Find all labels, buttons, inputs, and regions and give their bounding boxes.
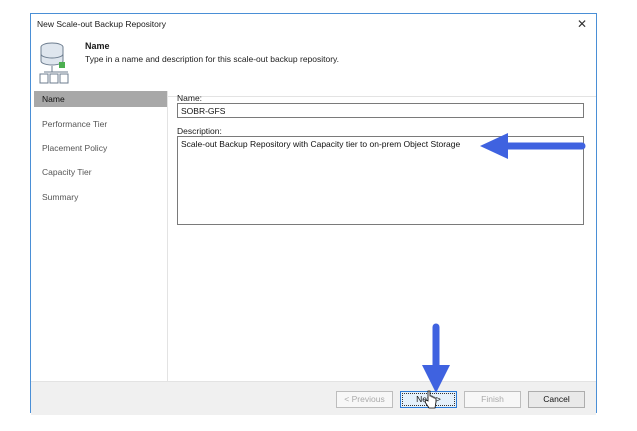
step-summary[interactable]: Summary — [34, 189, 167, 205]
step-name[interactable]: Name — [34, 91, 167, 107]
wizard-window: New Scale-out Backup Repository ✕ Name T… — [30, 13, 597, 415]
window-title: New Scale-out Backup Repository — [37, 19, 166, 29]
wizard-footer: < Previous Next > Finish Cancel — [31, 381, 596, 415]
arrow-left-icon — [480, 133, 586, 159]
step-capacity-tier[interactable]: Capacity Tier — [34, 164, 167, 180]
wizard-header: Name Type in a name and description for … — [31, 34, 596, 97]
step-performance-tier[interactable]: Performance Tier — [34, 116, 167, 132]
arrow-down-icon — [422, 323, 450, 393]
description-label: Description: — [177, 126, 222, 136]
wizard-steps: Name Performance Tier Placement Policy C… — [31, 91, 168, 381]
step-placement-policy[interactable]: Placement Policy — [34, 140, 167, 156]
previous-button[interactable]: < Previous — [336, 391, 393, 408]
close-icon[interactable]: ✕ — [576, 17, 588, 31]
cancel-button[interactable]: Cancel — [528, 391, 585, 408]
finish-button[interactable]: Finish — [464, 391, 521, 408]
title-bar: New Scale-out Backup Repository ✕ — [31, 14, 596, 34]
name-label: Name: — [177, 93, 203, 103]
name-input[interactable]: SOBR-GFS — [177, 103, 584, 118]
step-title: Name — [85, 41, 110, 51]
repository-icon — [39, 42, 69, 84]
cursor-hand-icon — [424, 390, 437, 409]
step-description: Type in a name and description for this … — [85, 54, 340, 64]
